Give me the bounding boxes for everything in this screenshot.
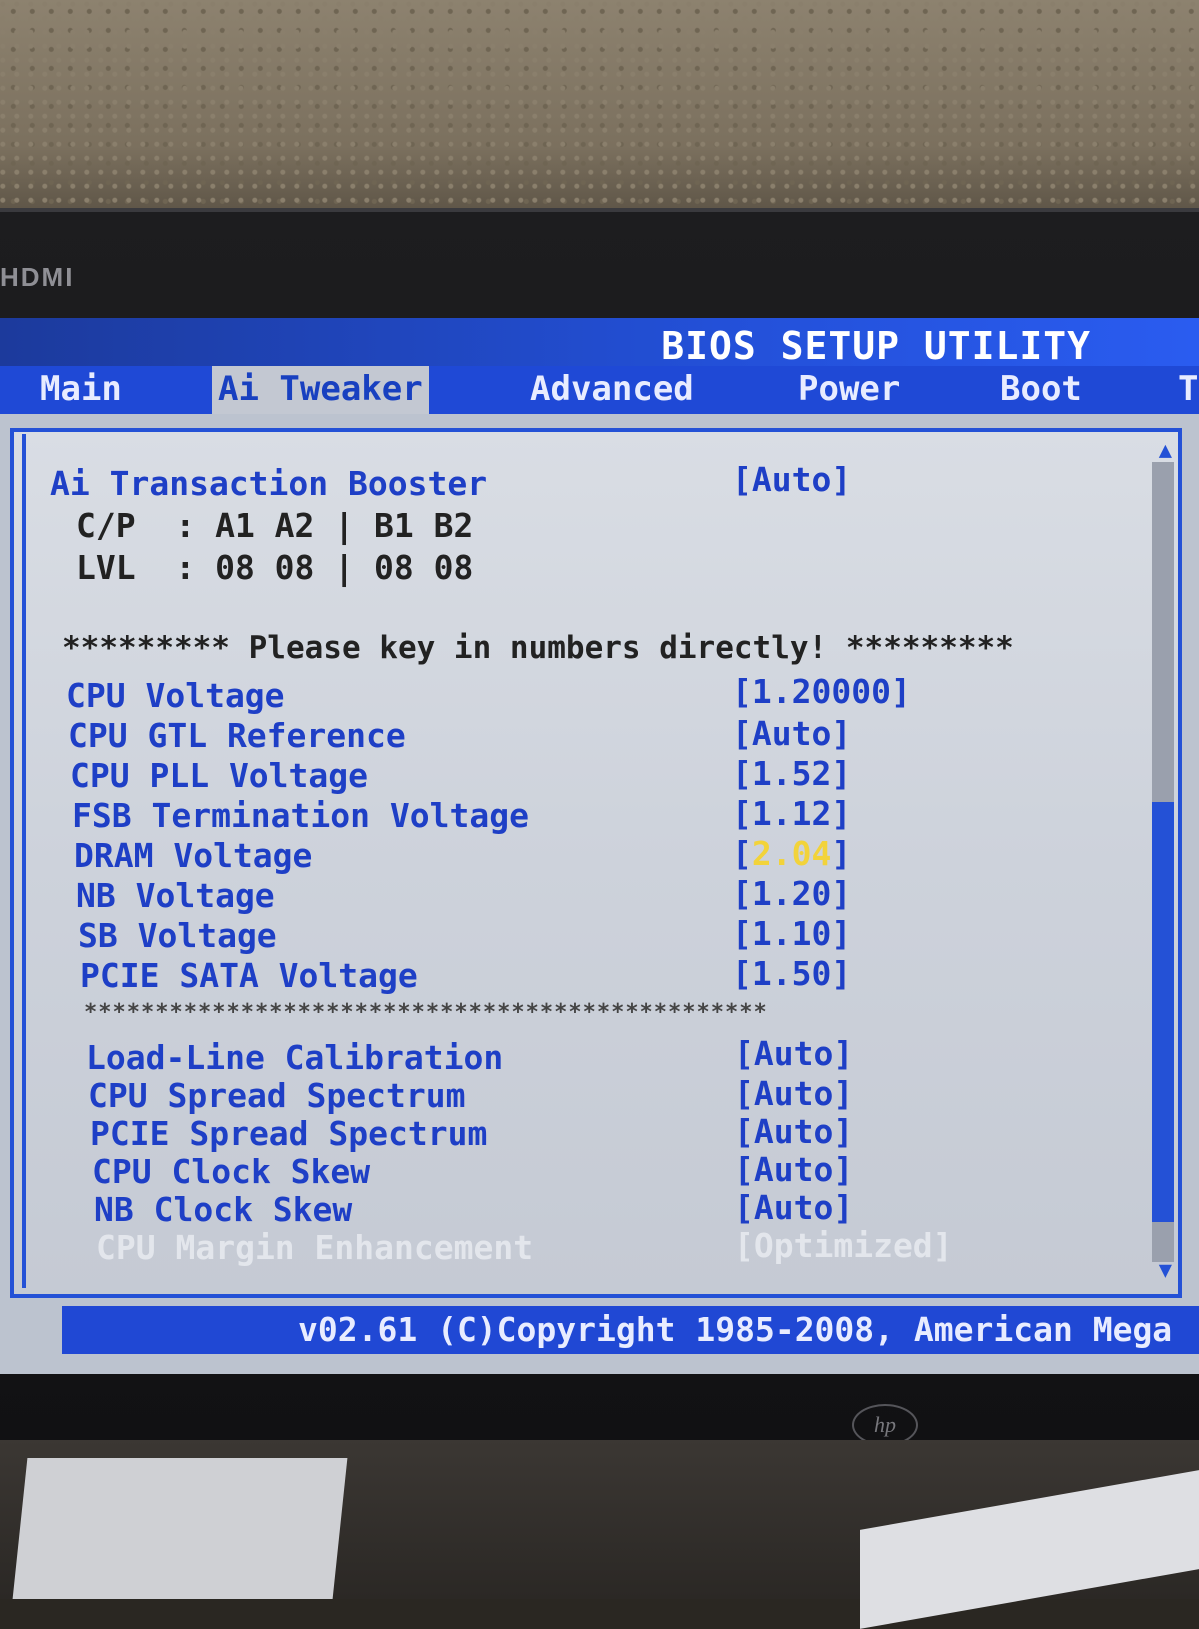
setting-cpu-spread-label[interactable]: CPU Spread Spectrum <box>88 1076 466 1115</box>
setting-loadline-value[interactable]: [Auto] <box>734 1034 853 1073</box>
copyright-text: v02.61 (C)Copyright 1985-2008, American … <box>298 1310 1173 1349</box>
bios-title: BIOS SETUP UTILITY <box>661 324 1091 368</box>
setting-sb-voltage-label[interactable]: SB Voltage <box>78 916 277 955</box>
setting-nb-voltage-value[interactable]: [1.20] <box>732 874 851 913</box>
setting-fsb-term-label[interactable]: FSB Termination Voltage <box>72 796 529 835</box>
setting-pcie-sata-value[interactable]: [1.50] <box>732 954 851 993</box>
setting-pcie-spread-label[interactable]: PCIE Spread Spectrum <box>90 1114 487 1153</box>
setting-nb-skew-value[interactable]: [Auto] <box>734 1188 853 1227</box>
booster-value[interactable]: [Auto] <box>732 460 851 499</box>
tab-tools-partial[interactable]: T <box>1172 366 1199 414</box>
tab-ai-tweaker[interactable]: Ai Tweaker <box>212 366 429 414</box>
tab-power[interactable]: Power <box>792 366 906 414</box>
tab-boot[interactable]: Boot <box>994 366 1088 414</box>
setting-loadline-label[interactable]: Load-Line Calibration <box>86 1038 503 1077</box>
paper-sheet-left <box>12 1458 348 1599</box>
footer-bar: v02.61 (C)Copyright 1985-2008, American … <box>62 1306 1199 1354</box>
setting-dram-voltage-label[interactable]: DRAM Voltage <box>74 836 312 875</box>
setting-cpu-gtl-value[interactable]: [Auto] <box>732 714 851 753</box>
setting-cpu-gtl-label[interactable]: CPU GTL Reference <box>68 716 406 755</box>
setting-dram-voltage-value[interactable]: [2.04] <box>732 834 851 873</box>
setting-fsb-term-value[interactable]: [1.12] <box>732 794 851 833</box>
menu-bar: Main Ai Tweaker Advanced Power Boot T <box>0 366 1199 414</box>
bios-screen: BIOS SETUP UTILITY Main Ai Tweaker Advan… <box>0 318 1199 1374</box>
setting-cpu-voltage-label[interactable]: CPU Voltage <box>66 676 285 715</box>
settings-list: Ai Transaction Booster [Auto] C/P : A1 A… <box>22 434 1148 1288</box>
wall-background <box>0 0 1199 210</box>
setting-cpu-skew-label[interactable]: CPU Clock Skew <box>92 1152 370 1191</box>
tab-advanced[interactable]: Advanced <box>524 366 700 414</box>
setting-cpu-spread-value[interactable]: [Auto] <box>734 1074 853 1113</box>
dram-voltage-highlight: 2.04 <box>751 834 832 873</box>
scroll-down-arrow-icon[interactable]: ▼ <box>1159 1258 1172 1283</box>
hdmi-port-label: HDMI <box>0 262 75 292</box>
setting-pcie-spread-value[interactable]: [Auto] <box>734 1112 853 1151</box>
setting-cpu-voltage-value[interactable]: [1.20000] <box>732 672 911 711</box>
booster-label[interactable]: Ai Transaction Booster <box>50 464 487 503</box>
setting-sb-voltage-value[interactable]: [1.10] <box>732 914 851 953</box>
setting-cpu-skew-value[interactable]: [Auto] <box>734 1150 853 1189</box>
setting-cpu-pll-label[interactable]: CPU PLL Voltage <box>70 756 368 795</box>
booster-lvl-line: LVL : 08 08 | 08 08 <box>76 548 474 587</box>
tab-main[interactable]: Main <box>34 366 128 414</box>
scroll-up-arrow-icon[interactable]: ▲ <box>1159 438 1172 463</box>
setting-cpu-pll-value[interactable]: [1.52] <box>732 754 851 793</box>
booster-cp-line: C/P : A1 A2 | B1 B2 <box>76 506 474 545</box>
bracket-close: ] <box>831 834 852 873</box>
setting-pcie-sata-label[interactable]: PCIE SATA Voltage <box>80 956 418 995</box>
separator-line: ****************************************… <box>84 1000 768 1025</box>
settings-panel: Ai Transaction Booster [Auto] C/P : A1 A… <box>10 428 1182 1298</box>
notice-text: ********* Please key in numbers directly… <box>62 630 1014 666</box>
bracket-open: [ <box>732 834 752 873</box>
setting-nb-skew-label[interactable]: NB Clock Skew <box>94 1190 352 1229</box>
setting-margin-enh-value: [Optimized] <box>734 1226 953 1265</box>
setting-nb-voltage-label[interactable]: NB Voltage <box>76 876 275 915</box>
setting-margin-enh-label: CPU Margin Enhancement <box>96 1228 534 1267</box>
scrollbar-thumb[interactable] <box>1152 802 1174 1222</box>
